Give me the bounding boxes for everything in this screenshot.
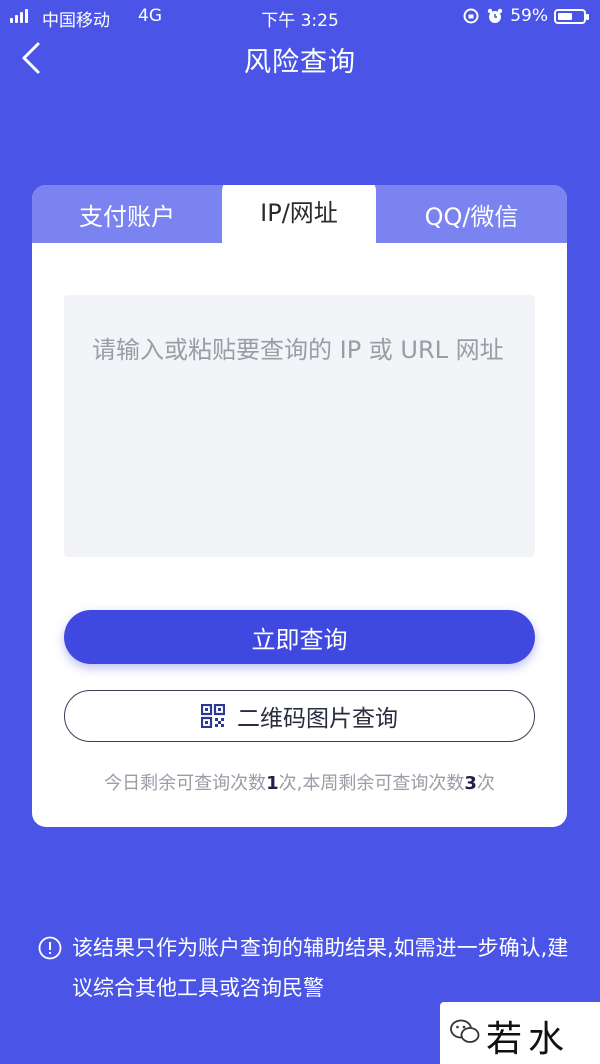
info-icon bbox=[38, 936, 62, 960]
qr-image-query-button[interactable]: 二维码图片查询 bbox=[64, 690, 535, 742]
tab-label: QQ/微信 bbox=[424, 202, 519, 231]
disclaimer-text: 该结果只作为账户查询的辅助结果,如需进一步确认,建议综合其他工具或咨询民警 bbox=[72, 936, 569, 1000]
week-count: 3 bbox=[464, 773, 477, 794]
battery-icon bbox=[554, 8, 589, 24]
alarm-icon bbox=[488, 8, 503, 23]
tab-bar: 支付账户 IP/网址 QQ/微信 bbox=[32, 185, 567, 243]
quota-suffix: 次 bbox=[476, 773, 495, 794]
query-quota-text: 今日剩余可查询次数1次,本周剩余可查询次数3次 bbox=[32, 769, 567, 795]
wechat-icon bbox=[450, 1019, 480, 1043]
status-right: 59% bbox=[462, 6, 589, 26]
battery-fill bbox=[558, 12, 572, 20]
page-title: 风险查询 bbox=[244, 47, 356, 78]
tab-label: 支付账户 bbox=[79, 202, 175, 231]
ip-url-input[interactable]: 请输入或粘贴要查询的 IP 或 URL 网址 bbox=[64, 295, 535, 557]
status-bar: 中国移动 4G 下午 3:25 59% bbox=[0, 0, 600, 34]
quota-middle: 次,本周剩余可查询次数 bbox=[278, 773, 465, 794]
qr-code-icon bbox=[201, 704, 225, 728]
query-now-label: 立即查询 bbox=[251, 625, 348, 654]
tab-label: IP/网址 bbox=[260, 198, 338, 227]
quota-prefix: 今日剩余可查询次数 bbox=[104, 773, 267, 794]
qr-query-label: 二维码图片查询 bbox=[237, 706, 398, 732]
tab-qq-wechat[interactable]: QQ/微信 bbox=[376, 185, 567, 243]
orientation-lock-icon bbox=[463, 8, 479, 24]
input-placeholder: 请输入或粘贴要查询的 IP 或 URL 网址 bbox=[92, 336, 504, 364]
tab-payment-account[interactable]: 支付账户 bbox=[32, 185, 222, 243]
today-count: 1 bbox=[266, 773, 279, 794]
query-card: 支付账户 IP/网址 QQ/微信 请输入或粘贴要查询的 IP 或 URL 网址 … bbox=[32, 185, 567, 827]
tab-ip-url[interactable]: IP/网址 bbox=[222, 185, 376, 243]
watermark-text: 若水网 bbox=[486, 1019, 571, 1060]
watermark: 若水网 bbox=[440, 1002, 600, 1064]
battery-percent: 59% bbox=[510, 6, 548, 26]
query-now-button[interactable]: 立即查询 bbox=[64, 610, 535, 664]
